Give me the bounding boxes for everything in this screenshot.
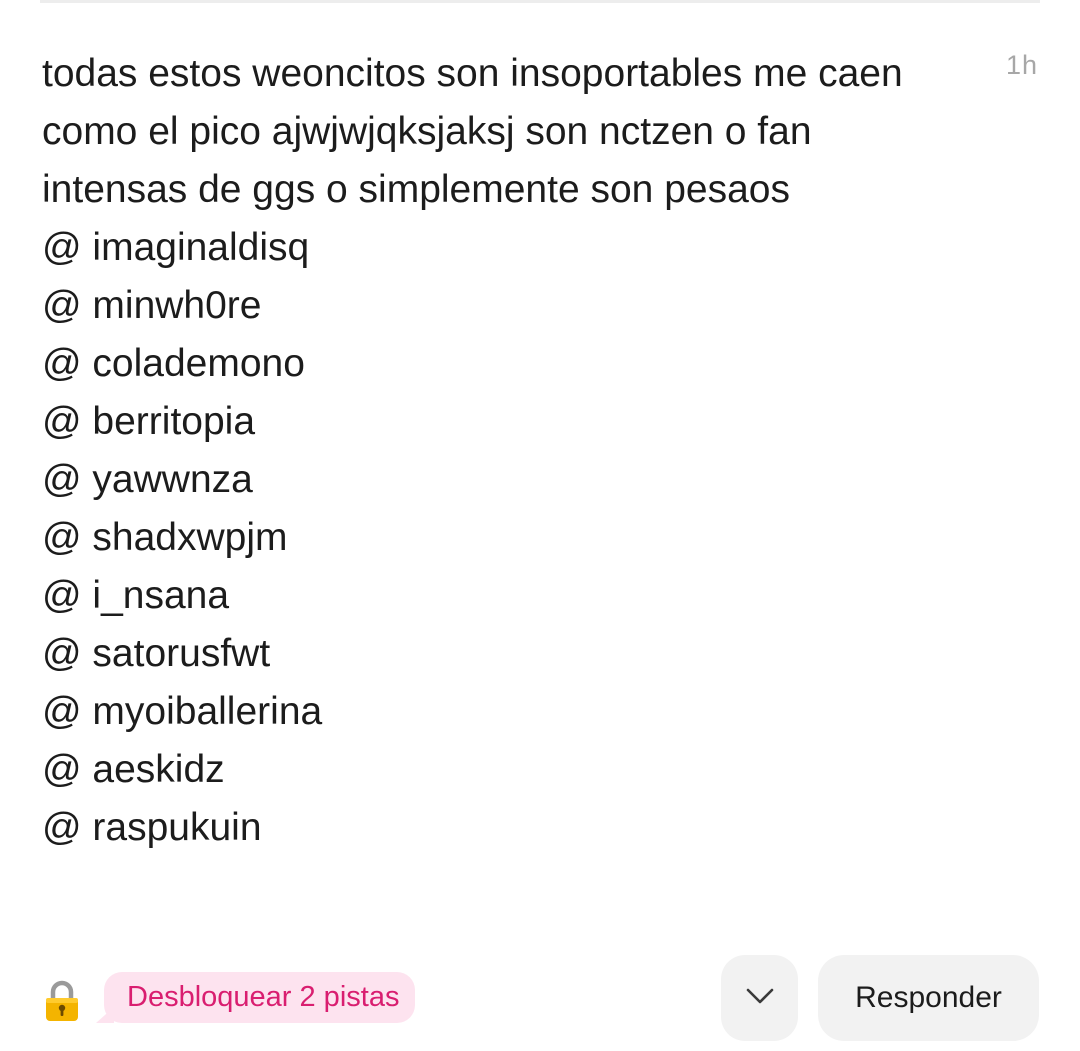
mention-item[interactable]: @ berritopia	[42, 393, 947, 451]
expand-button[interactable]	[721, 955, 798, 1041]
unlock-hints-button[interactable]: Desbloquear 2 pistas	[95, 972, 416, 1023]
mention-item[interactable]: @ raspukuin	[42, 799, 947, 857]
mention-item[interactable]: @ satorusfwt	[42, 625, 947, 683]
top-divider	[40, 0, 1040, 3]
mention-item[interactable]: @ i_nsana	[42, 567, 947, 625]
chevron-down-icon	[745, 987, 775, 1010]
mention-item[interactable]: @ aeskidz	[42, 741, 947, 799]
mention-item[interactable]: @ myoiballerina	[42, 683, 947, 741]
reply-button-label: Responder	[855, 981, 1002, 1014]
mention-item[interactable]: @ imaginaldisq	[42, 219, 947, 277]
mention-item[interactable]: @ shadxwpjm	[42, 509, 947, 567]
mention-item[interactable]: @ colademono	[42, 335, 947, 393]
comment-footer: Desbloquear 2 pistas Responder	[0, 955, 1080, 1041]
mention-list: @ imaginaldisq @ minwh0re @ colademono @…	[42, 219, 947, 857]
reply-button[interactable]: Responder	[818, 955, 1039, 1041]
comment-body: todas estos weoncitos son insoportables …	[42, 52, 903, 211]
lock-icon	[43, 979, 81, 1023]
mention-item[interactable]: @ yawwnza	[42, 451, 947, 509]
comment-timestamp: 1h	[1005, 50, 1038, 80]
mention-item[interactable]: @ minwh0re	[42, 277, 947, 335]
unlock-hints-label: Desbloquear 2 pistas	[127, 981, 400, 1013]
comment-message: todas estos weoncitos son insoportables …	[42, 45, 947, 857]
